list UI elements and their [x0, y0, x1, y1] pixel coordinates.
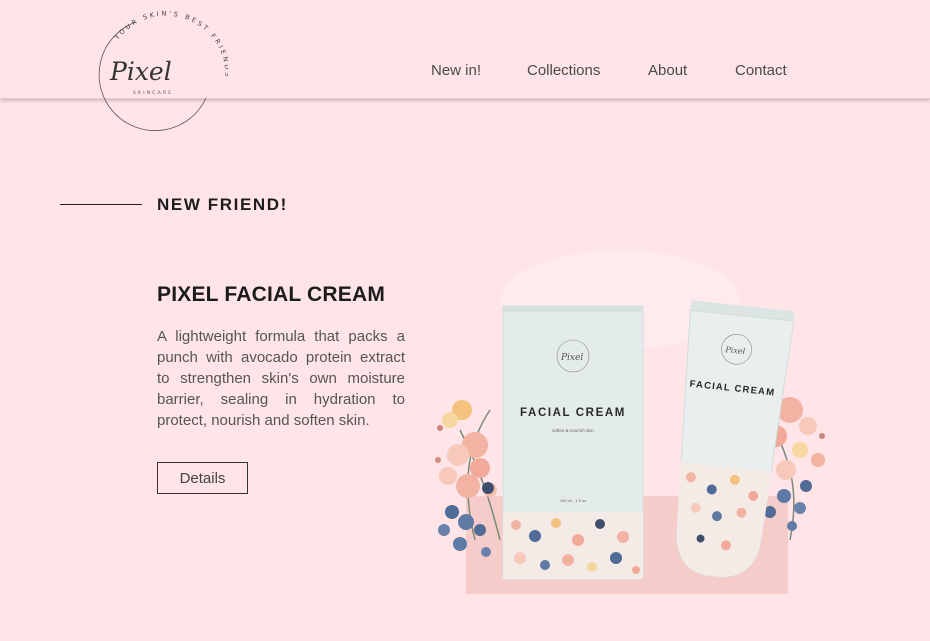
product-title: PIXEL FACIAL CREAM [157, 283, 386, 306]
nav-collections[interactable]: Collections [527, 62, 600, 79]
logo-sub: SKINCARE [133, 90, 173, 96]
box-sub: soften & nourish skin [552, 428, 594, 433]
box-volume: 150 ml - 1 fl oz [560, 498, 586, 503]
logo-script: Pixel [109, 57, 172, 86]
nav-contact[interactable]: Contact [735, 62, 787, 79]
box-label: FACIAL CREAM [520, 407, 626, 419]
product-description: A lightweight formula that packs a punch… [157, 328, 405, 429]
section-title: NEW FRIEND! [157, 195, 288, 214]
nav-about[interactable]: About [648, 62, 687, 79]
pixel-logo[interactable]: YOUR SKIN'S BEST FRIENDS Pixel SKINCARE [96, 10, 229, 140]
product-box: Pixel FACIAL CREAM soften & nourish skin… [502, 305, 644, 580]
nav-new-in[interactable]: New in! [431, 62, 481, 79]
details-button[interactable]: Details [157, 462, 248, 494]
svg-text:Pixel: Pixel [560, 353, 583, 363]
section-divider [60, 204, 142, 205]
product-illustration: Pixel FACIAL CREAM soften & nourish skin… [420, 240, 840, 600]
